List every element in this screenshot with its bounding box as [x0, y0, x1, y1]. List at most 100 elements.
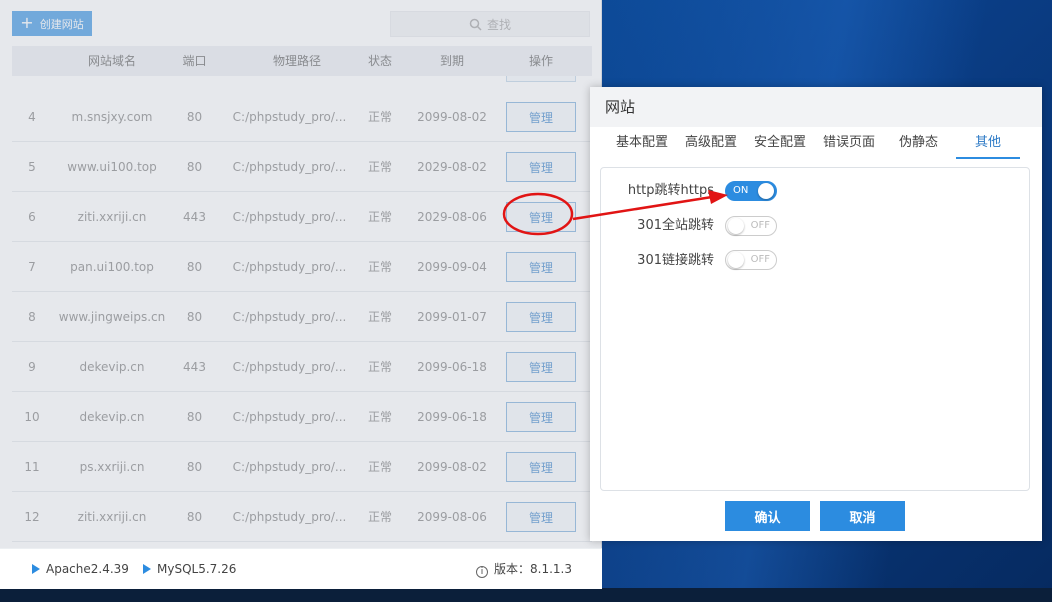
tab-basic[interactable]: 基本配置	[612, 131, 672, 159]
apache-label: Apache2.4.39	[46, 562, 129, 576]
tab-other[interactable]: 其他	[956, 131, 1020, 159]
tab-error-pages[interactable]: 错误页面	[819, 131, 879, 159]
tab-advanced[interactable]: 高级配置	[681, 131, 741, 159]
option-label-https-redirect: http跳转https	[627, 183, 714, 198]
toolbar: + 创建网站 查找	[0, 0, 602, 46]
cell-domain: pan.ui100.top	[70, 260, 154, 274]
cell-domain: www.jingweips.cn	[58, 310, 166, 324]
manage-button[interactable]: 管理	[506, 452, 576, 482]
cell-domain: dekevip.cn	[79, 360, 145, 374]
header-domain: 网站域名	[87, 54, 136, 68]
cell-expire: 2029-08-02	[417, 160, 487, 174]
https-redirect-toggle[interactable]: ON	[725, 181, 777, 201]
table-header: 网站域名 端口 物理路径 状态 到期 操作	[12, 46, 592, 76]
dialog-tabs: 基本配置 高级配置 安全配置 错误页面 伪静态 其他	[610, 131, 1022, 159]
toggle-knob	[728, 218, 744, 234]
tab-rewrite[interactable]: 伪静态	[891, 131, 946, 159]
site-301-redirect-toggle[interactable]: OFF	[725, 216, 777, 236]
cell-domain: dekevip.cn	[79, 410, 145, 424]
table-row: 4 m.snsjxy.com 80 C:/phpstudy_pro/... 正常 2099…	[12, 92, 592, 142]
link-301-redirect-toggle[interactable]: OFF	[725, 250, 777, 270]
cell-domain: ziti.xxriji.cn	[77, 510, 147, 524]
status-bar: Apache2.4.39 MySQL5.7.26 i 版本：8.1.1.3	[0, 548, 602, 589]
apache-service[interactable]: Apache2.4.39	[32, 549, 129, 590]
header-expire: 到期	[439, 54, 464, 68]
manage-button[interactable]: 管理	[506, 102, 576, 132]
manage-button[interactable]: 管理	[506, 252, 576, 282]
cell-port: 443	[183, 210, 206, 224]
cell-path: C:/phpstudy_pro/...	[232, 310, 347, 324]
manage-button[interactable]: 管理	[506, 302, 576, 332]
plus-icon: +	[20, 12, 34, 32]
manage-button[interactable]: 管理	[506, 502, 576, 532]
cell-expire: 2099-01-07	[417, 310, 487, 324]
table-row: 7 pan.ui100.top 80 C:/phpstudy_pro/... 正常 209…	[12, 242, 592, 292]
mysql-service[interactable]: MySQL5.7.26	[143, 549, 236, 590]
play-icon	[143, 564, 151, 574]
dialog-title: 网站	[590, 87, 1042, 127]
cell-status: 正常	[367, 210, 392, 224]
search-icon	[469, 18, 482, 31]
cell-status: 正常	[367, 160, 392, 174]
website-dialog: 网站 基本配置 高级配置 安全配置 错误页面 伪静态 其他 http跳转http…	[590, 87, 1042, 541]
cell-path: C:/phpstudy_pro/...	[232, 410, 347, 424]
toggle-state: ON	[733, 185, 749, 196]
cell-id: 9	[28, 360, 36, 374]
header-port: 端口	[182, 54, 207, 68]
manage-button[interactable]: 管理	[506, 202, 576, 232]
cell-id: 10	[24, 410, 40, 424]
cell-expire: 2099-08-06	[417, 510, 487, 524]
header-status: 状态	[367, 54, 392, 68]
cell-id: 11	[24, 460, 40, 474]
cell-status: 正常	[367, 460, 392, 474]
cell-port: 80	[186, 510, 203, 524]
other-settings-panel: http跳转https ON 301全站跳转 OFF 301链接跳转 OFF	[600, 167, 1030, 491]
cell-domain: ziti.xxriji.cn	[77, 210, 147, 224]
cell-expire: 2029-08-06	[417, 210, 487, 224]
cell-status: 正常	[367, 510, 392, 524]
phpstudy-window: + 创建网站 查找 网站域名 端口 物理路径 状态 到期 操作 4 m.snsjx…	[0, 0, 602, 589]
table-row: 8 www.jingweips.cn 80 C:/phpstudy_pro/... 正常…	[12, 292, 592, 342]
create-website-label: 创建网站	[39, 17, 84, 31]
tab-security[interactable]: 安全配置	[750, 131, 810, 159]
cell-expire: 2099-08-02	[417, 460, 487, 474]
cell-path: C:/phpstudy_pro/...	[232, 460, 347, 474]
cell-id: 8	[28, 310, 36, 324]
cell-id: 6	[28, 210, 36, 224]
cell-domain: m.snsjxy.com	[71, 110, 153, 124]
cell-port: 80	[186, 410, 203, 424]
play-icon	[32, 564, 40, 574]
cell-expire: 2099-06-18	[417, 410, 487, 424]
info-icon: i	[476, 566, 489, 578]
cell-path: C:/phpstudy_pro/...	[232, 510, 347, 524]
option-label-link-redirect: 301链接跳转	[637, 253, 714, 268]
confirm-button[interactable]: 确认	[725, 501, 810, 531]
cell-path: C:/phpstudy_pro/...	[232, 160, 347, 174]
table-row: 9 dekevip.cn 443 C:/phpstudy_pro/... 正常 2099-…	[12, 342, 592, 392]
manage-button[interactable]: 管理	[506, 402, 576, 432]
cell-path: C:/phpstudy_pro/...	[232, 210, 347, 224]
cell-expire: 2099-09-04	[417, 260, 487, 274]
cell-domain: ps.xxriji.cn	[79, 460, 145, 474]
table-row: 12 ziti.xxriji.cn 80 C:/phpstudy_pro/... 正常 2…	[12, 492, 592, 542]
cell-port: 80	[186, 310, 203, 324]
cell-port: 80	[186, 110, 203, 124]
cell-expire: 2099-08-02	[417, 110, 487, 124]
version-info: i 版本：8.1.1.3	[476, 549, 572, 590]
create-website-button[interactable]: + 创建网站	[12, 11, 92, 36]
header-action: 操作	[528, 54, 553, 68]
cell-expire: 2099-06-18	[417, 360, 487, 374]
cell-path: C:/phpstudy_pro/...	[232, 360, 347, 374]
table-row: 6 ziti.xxriji.cn 443 C:/phpstudy_pro/... 正常 2…	[12, 192, 592, 242]
search-button[interactable]: 查找	[390, 11, 590, 37]
search-label: 查找	[486, 17, 511, 32]
cancel-button[interactable]: 取消	[820, 501, 905, 531]
cell-domain: www.ui100.top	[67, 160, 157, 174]
option-label-site-redirect: 301全站跳转	[637, 218, 714, 233]
table-row: 11 ps.xxriji.cn 80 C:/phpstudy_pro/... 正常 209…	[12, 442, 592, 492]
manage-button[interactable]: 管理	[506, 352, 576, 382]
partial-manage-button	[506, 76, 576, 82]
cell-status: 正常	[367, 260, 392, 274]
cell-path: C:/phpstudy_pro/...	[232, 260, 347, 274]
manage-button[interactable]: 管理	[506, 152, 576, 182]
